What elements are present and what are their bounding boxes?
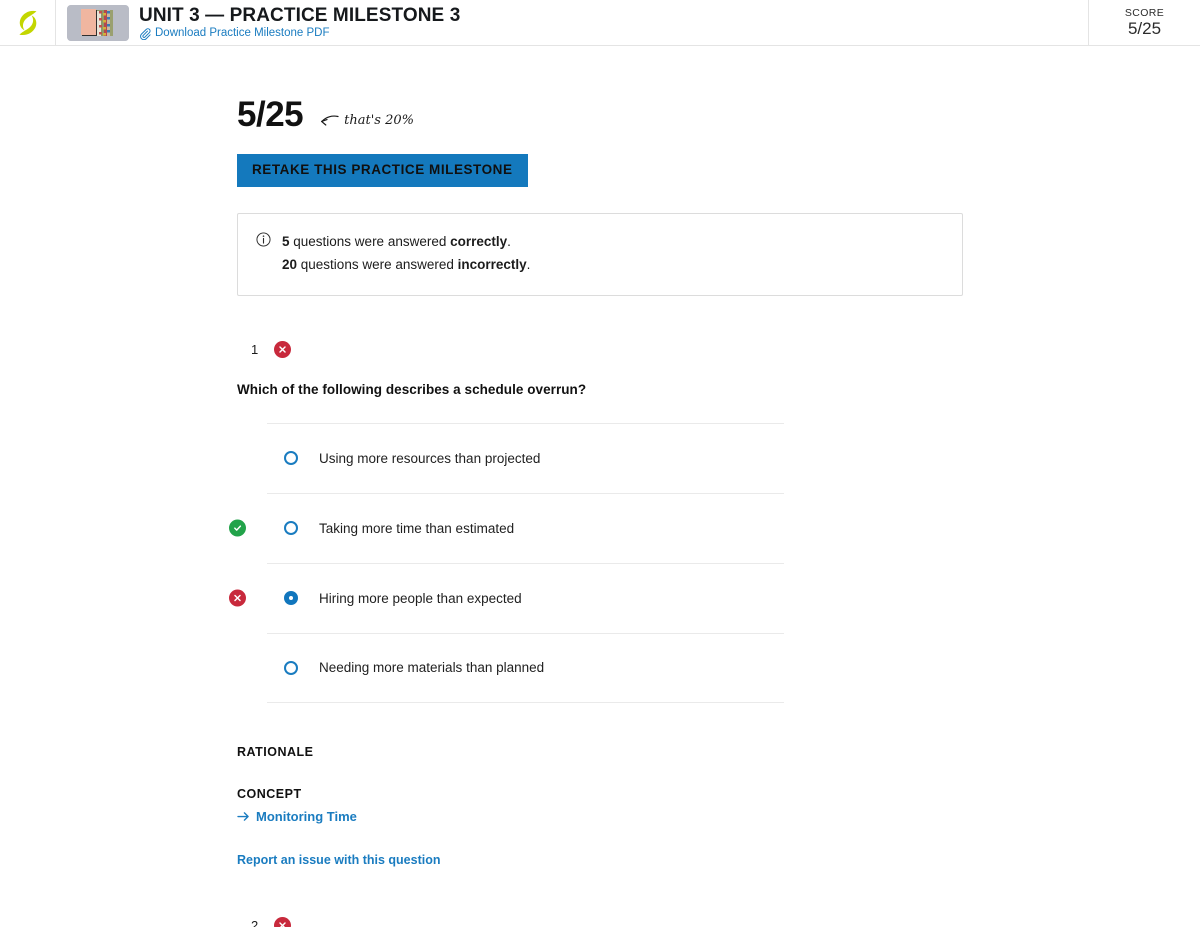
option-mark-incorrect [229, 589, 246, 607]
arrow-right-icon [237, 811, 249, 821]
concept-heading: CONCEPT [237, 786, 302, 801]
option-row[interactable]: Using more resources than projected [267, 422, 784, 493]
main-content: 5/25 that's 20% RETAKE THIS PRACTICE MIL… [0, 46, 1200, 927]
download-row: Download Practice Milestone PDF [139, 27, 460, 40]
option-label: Taking more time than estimated [319, 520, 515, 536]
x-mark-icon [279, 922, 286, 927]
correct-count: 5 [282, 233, 290, 249]
percent-note: that's 20% [319, 113, 414, 128]
correct-mid-text: questions were answered [289, 233, 451, 249]
retake-button[interactable]: RETAKE THIS PRACTICE MILESTONE [237, 154, 528, 187]
incorrect-count: 20 [282, 257, 298, 273]
app-header: UNIT 3 — PRACTICE MILESTONE 3 Download P… [0, 0, 1200, 46]
thumbnail-papers-icon [67, 4, 129, 41]
options-list: Using more resources than projected Taki… [229, 422, 1200, 703]
score-summary-row: 5/25 that's 20% [237, 92, 1200, 132]
header-score: SCORE 5/25 [1088, 0, 1200, 46]
question-number: 1 [251, 342, 259, 358]
option-label: Using more resources than projected [319, 450, 541, 466]
answers-summary-box: 5 questions were answered correctly. 20 … [237, 212, 963, 296]
report-issue-link[interactable]: Report an issue with this question [237, 853, 441, 867]
answers-summary-text: 5 questions were answered correctly. 20 … [282, 230, 530, 277]
concept-link[interactable]: Monitoring Time [237, 809, 357, 824]
option-radio[interactable] [284, 660, 298, 675]
score-label: SCORE [1124, 7, 1165, 20]
big-score: 5/25 [237, 95, 304, 134]
option-radio[interactable] [284, 521, 298, 536]
rationale-heading: RATIONALE [237, 744, 314, 759]
header-title-block: UNIT 3 — PRACTICE MILESTONE 3 Download P… [139, 6, 460, 40]
question-status-badge-incorrect [274, 916, 292, 927]
incorrect-word: incorrectly [457, 257, 527, 273]
info-circle-icon [256, 231, 271, 247]
option-mark-correct [229, 519, 246, 537]
question-number: 2 [251, 917, 259, 927]
concept-link-label: Monitoring Time [256, 808, 357, 824]
question-1: 1 Which of the following describes a sch… [229, 340, 1200, 867]
incorrect-summary-line: 20 questions were answered incorrectly. [282, 253, 530, 277]
download-pdf-link[interactable]: Download Practice Milestone PDF [155, 27, 330, 40]
incorrect-period: . [526, 257, 531, 273]
correct-period: . [507, 233, 511, 249]
sophia-logo-cell[interactable] [0, 0, 56, 46]
option-row[interactable]: Hiring more people than expected [229, 562, 784, 633]
option-radio[interactable] [284, 451, 298, 466]
option-radio-selected[interactable] [284, 591, 298, 606]
question-status-badge-incorrect [274, 341, 292, 359]
check-mark-icon [234, 525, 242, 532]
curved-arrow-left-icon [321, 114, 339, 126]
question-text: Which of the following describes a sched… [237, 381, 587, 397]
option-label: Hiring more people than expected [319, 590, 522, 606]
percent-text: that's 20% [344, 113, 414, 128]
x-mark-icon [279, 346, 286, 353]
x-mark-icon [234, 595, 241, 602]
incorrect-mid-text: questions were answered [297, 257, 458, 273]
correct-summary-line: 5 questions were answered correctly. [282, 230, 530, 254]
option-row[interactable]: Taking more time than estimated [229, 492, 784, 563]
paperclip-icon [140, 27, 151, 40]
question-2-header: 2 [237, 916, 1200, 927]
score-value: 5/25 [1127, 19, 1162, 39]
sophia-logo [18, 10, 36, 35]
milestone-thumbnail [67, 4, 129, 41]
correct-word: correctly [450, 233, 508, 249]
page-title: UNIT 3 — PRACTICE MILESTONE 3 [139, 4, 461, 26]
option-row[interactable]: Needing more materials than planned [267, 632, 784, 703]
question-header: 1 [237, 340, 1200, 360]
option-label: Needing more materials than planned [319, 660, 545, 676]
